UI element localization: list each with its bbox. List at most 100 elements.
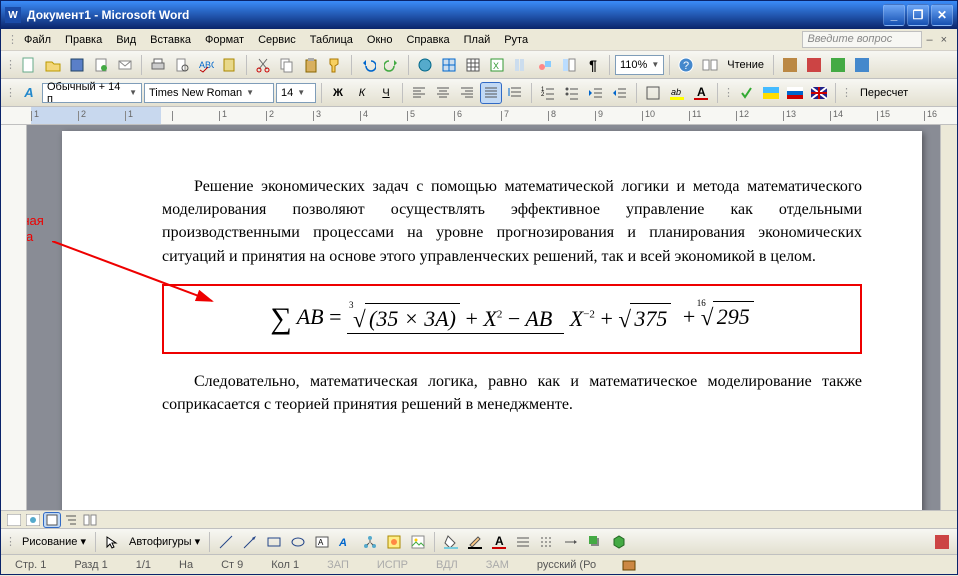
columns-icon[interactable] — [510, 54, 532, 76]
ext-drawing-icon[interactable] — [931, 531, 953, 553]
bold-icon[interactable]: Ж — [327, 82, 349, 104]
menu-view[interactable]: Вид — [109, 32, 143, 48]
status-book-icon[interactable] — [618, 554, 640, 576]
borders-icon[interactable] — [642, 82, 664, 104]
check-icon[interactable] — [736, 82, 758, 104]
menu-edit[interactable]: Правка — [58, 32, 109, 48]
ext3-icon[interactable] — [827, 54, 849, 76]
dash-style-icon[interactable] — [536, 531, 558, 553]
reading-view-icon[interactable] — [81, 512, 99, 528]
grip-icon[interactable]: ⋮ — [5, 86, 16, 99]
status-ext[interactable]: ВДЛ — [430, 559, 464, 571]
document-page[interactable]: Введеннаяформула Решение экономических з… — [62, 131, 922, 510]
page-scroll[interactable]: Введеннаяформула Решение экономических з… — [27, 125, 957, 510]
shadow-icon[interactable] — [584, 531, 606, 553]
paragraph-2[interactable]: Следовательно, математическая логика, ра… — [162, 370, 862, 416]
undo-icon[interactable] — [357, 54, 379, 76]
paste-icon[interactable] — [300, 54, 322, 76]
arrow-icon[interactable] — [239, 531, 261, 553]
new-doc-icon[interactable] — [18, 54, 40, 76]
increase-indent-icon[interactable] — [609, 82, 631, 104]
print-icon[interactable] — [147, 54, 169, 76]
status-rec[interactable]: ЗАП — [321, 559, 355, 571]
outline-view-icon[interactable] — [62, 512, 80, 528]
menu-window[interactable]: Окно — [360, 32, 400, 48]
menu-insert[interactable]: Вставка — [143, 32, 198, 48]
menu-format[interactable]: Формат — [198, 32, 251, 48]
permission-icon[interactable] — [90, 54, 112, 76]
web-view-icon[interactable] — [24, 512, 42, 528]
close-button[interactable]: ✕ — [931, 4, 953, 26]
format-painter-icon[interactable] — [324, 54, 346, 76]
align-center-icon[interactable] — [432, 82, 454, 104]
textbox-icon[interactable]: A — [311, 531, 333, 553]
clipart-icon[interactable] — [383, 531, 405, 553]
select-icon[interactable] — [101, 531, 123, 553]
normal-view-icon[interactable] — [5, 512, 23, 528]
redo-icon[interactable] — [381, 54, 403, 76]
ext4-icon[interactable] — [851, 54, 873, 76]
status-ovr[interactable]: ЗАМ — [480, 559, 515, 571]
status-trk[interactable]: ИСПР — [371, 559, 414, 571]
maximize-button[interactable]: ❐ — [907, 4, 929, 26]
paragraph-1[interactable]: Решение экономических задач с помощью ма… — [162, 175, 862, 268]
ext1-icon[interactable] — [779, 54, 801, 76]
line-color-icon[interactable] — [464, 531, 486, 553]
hyperlink-icon[interactable] — [414, 54, 436, 76]
arrow-style-icon[interactable] — [560, 531, 582, 553]
align-right-icon[interactable] — [456, 82, 478, 104]
grip-icon[interactable]: ⋮ — [723, 86, 734, 99]
menu-table[interactable]: Таблица — [303, 32, 360, 48]
numbering-icon[interactable]: 12 — [537, 82, 559, 104]
tables-borders-icon[interactable] — [438, 54, 460, 76]
reading-layout-icon[interactable] — [699, 54, 721, 76]
titlebar[interactable]: W Документ1 - Microsoft Word _ ❐ ✕ — [1, 1, 957, 29]
size-combo[interactable]: 14▼ — [276, 83, 316, 103]
font-combo[interactable]: Times New Roman▼ — [144, 83, 274, 103]
status-lang[interactable]: русский (Ро — [531, 559, 602, 571]
menu-plai[interactable]: Плай — [457, 32, 498, 48]
doc-minimize-icon[interactable]: – — [922, 34, 936, 46]
vertical-scrollbar[interactable] — [940, 125, 957, 510]
status-page[interactable]: Стр. 1 — [9, 559, 52, 571]
flag-ua-icon[interactable] — [760, 82, 782, 104]
show-marks-icon[interactable]: ¶ — [582, 54, 604, 76]
minimize-button[interactable]: _ — [883, 4, 905, 26]
flag-ru-icon[interactable] — [784, 82, 806, 104]
formula-object[interactable]: ∑ AB = 3(35 × 3A) + X2 − AB X−2 — [162, 284, 862, 354]
styles-icon[interactable]: A — [18, 82, 40, 104]
reading-button[interactable]: Чтение — [723, 59, 768, 71]
research-icon[interactable] — [219, 54, 241, 76]
print-layout-view-icon[interactable] — [43, 512, 61, 528]
excel-icon[interactable]: X — [486, 54, 508, 76]
grip-icon[interactable]: ⋮ — [5, 535, 16, 548]
flag-en-icon[interactable] — [808, 82, 830, 104]
line-style-icon[interactable] — [512, 531, 534, 553]
oval-icon[interactable] — [287, 531, 309, 553]
vertical-ruler[interactable] — [1, 125, 27, 510]
font-color-drawing-icon[interactable]: A — [488, 531, 510, 553]
autoshapes-menu[interactable]: Автофигуры ▾ — [125, 535, 204, 548]
bullets-icon[interactable] — [561, 82, 583, 104]
ext2-icon[interactable] — [803, 54, 825, 76]
menu-file[interactable]: Файл — [17, 32, 58, 48]
spellcheck-icon[interactable]: ABC — [195, 54, 217, 76]
grip-icon[interactable]: ⋮ — [841, 86, 852, 99]
highlight-icon[interactable]: ab — [666, 82, 688, 104]
help-search-box[interactable]: Введите вопрос — [802, 31, 922, 48]
cut-icon[interactable] — [252, 54, 274, 76]
save-icon[interactable] — [66, 54, 88, 76]
align-justify-icon[interactable] — [480, 82, 502, 104]
recalc-button[interactable]: Пересчет — [854, 87, 914, 99]
mail-icon[interactable] — [114, 54, 136, 76]
underline-icon[interactable]: Ч — [375, 82, 397, 104]
open-icon[interactable] — [42, 54, 64, 76]
3d-icon[interactable] — [608, 531, 630, 553]
wordart-icon[interactable]: A — [335, 531, 357, 553]
italic-icon[interactable]: К — [351, 82, 373, 104]
zoom-combo[interactable]: 110%▼ — [615, 55, 664, 75]
menu-tools[interactable]: Сервис — [251, 32, 303, 48]
insert-picture-icon[interactable] — [407, 531, 429, 553]
grip-icon[interactable]: ⋮ — [5, 58, 16, 71]
fill-color-icon[interactable] — [440, 531, 462, 553]
